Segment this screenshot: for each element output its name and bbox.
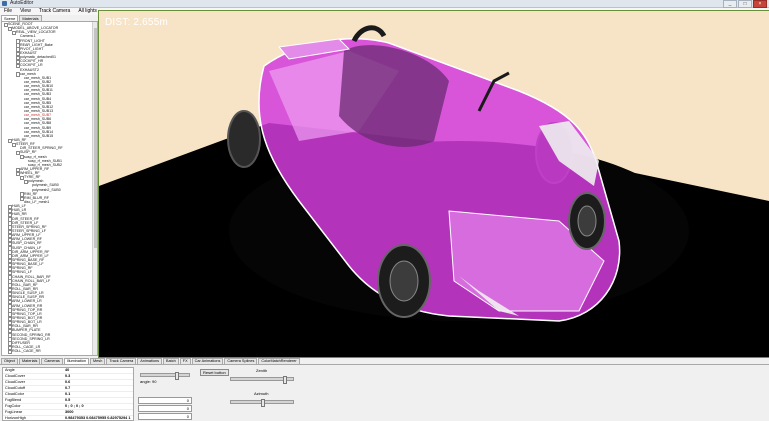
tree-scrollbar[interactable] xyxy=(92,22,97,355)
property-name: FogBlend xyxy=(5,398,22,402)
property-value[interactable]: 0.98479353 0.08475955 0.82975294 1 xyxy=(65,416,130,420)
property-name: CloudCover xyxy=(5,380,26,384)
menu-all-lights[interactable]: All lights xyxy=(74,8,101,15)
title-bar: AutoEditor _ □ × xyxy=(0,0,769,8)
close-button[interactable]: × xyxy=(753,0,767,8)
illumination-panel: Angle 40 CloudCover 0.3 CloudCover 0.6 CloudCu… xyxy=(0,364,769,421)
window-controls: _ □ × xyxy=(723,0,767,8)
reset-button[interactable]: Reset button xyxy=(200,369,229,376)
property-value[interactable]: 0.7 xyxy=(65,386,70,391)
property-name: HorizonHigh xyxy=(5,416,26,420)
scene-tree: SCENE_ROOT MODEL_ABOVE_LOCATOR REAL_VIEW_L… xyxy=(1,21,98,356)
maximize-button[interactable]: □ xyxy=(738,0,752,8)
property-value[interactable]: 0.3 xyxy=(65,374,70,379)
property-name: Angle xyxy=(5,368,15,372)
viewport-scene xyxy=(99,11,769,357)
tree-node[interactable]: ROLL_CAGE_RR xyxy=(2,349,97,355)
rim-front-left xyxy=(389,260,419,302)
viewport-3d[interactable]: DIST: 2.655m xyxy=(98,10,769,358)
property-value[interactable]: 40 xyxy=(65,368,69,373)
distance-label: DIST: 2.655m xyxy=(105,17,168,28)
angle-slider-thumb[interactable] xyxy=(175,371,179,380)
value-input-3[interactable]: 0 xyxy=(138,413,192,420)
property-value[interactable]: 0.1 xyxy=(65,392,70,397)
rim-front-right xyxy=(577,205,597,237)
azimuth-slider[interactable] xyxy=(230,398,294,407)
menu-file[interactable]: File xyxy=(0,8,16,15)
azimuth-label: Azimuth xyxy=(254,391,269,396)
property-rows: Angle 40 CloudCover 0.3 CloudCover 0.6 CloudCu… xyxy=(3,368,133,420)
property-name: CloudCutoff xyxy=(5,386,25,390)
value-input-1[interactable]: 0 xyxy=(138,397,192,404)
property-value[interactable]: 0.6 xyxy=(65,380,70,385)
tree-rows: SCENE_ROOT MODEL_ABOVE_LOCATOR REAL_VIEW_L… xyxy=(2,22,97,355)
angle-label: angle: 90 xyxy=(140,379,157,384)
property-grid[interactable]: Angle 40 CloudCover 0.3 CloudCover 0.6 CloudCu… xyxy=(2,367,134,421)
property-row[interactable]: HorizonHigh 0.98479353 0.08475955 0.82975… xyxy=(3,416,133,420)
value-input-2[interactable]: 0 xyxy=(138,405,192,412)
tree-scroll-thumb[interactable] xyxy=(93,28,97,248)
property-value[interactable]: 0 ; 0 ; 0 ; 0 xyxy=(65,404,84,409)
zenith-slider-thumb[interactable] xyxy=(283,375,287,384)
menu-track-camera[interactable]: Track Camera xyxy=(35,8,75,15)
property-name: CloudColor xyxy=(5,392,24,396)
property-name: CloudCover xyxy=(5,374,26,378)
property-value[interactable]: 3000 xyxy=(65,410,73,415)
tree-node-label: ROLL_CAGE_RR xyxy=(12,349,41,354)
property-name: FogLinear xyxy=(5,410,23,414)
menu-view[interactable]: View xyxy=(16,8,35,15)
zenith-slider[interactable] xyxy=(230,375,294,384)
zenith-label: Zenith xyxy=(256,368,268,373)
window-title: AutoEditor xyxy=(10,0,34,6)
wheel-rear-left xyxy=(227,110,261,168)
app-icon xyxy=(2,1,7,6)
azimuth-slider-thumb[interactable] xyxy=(261,398,265,407)
property-value[interactable]: 0.5 xyxy=(65,398,70,403)
angle-slider[interactable] xyxy=(140,371,190,380)
minimize-button[interactable]: _ xyxy=(723,0,737,8)
property-name: FogColor xyxy=(5,404,21,408)
